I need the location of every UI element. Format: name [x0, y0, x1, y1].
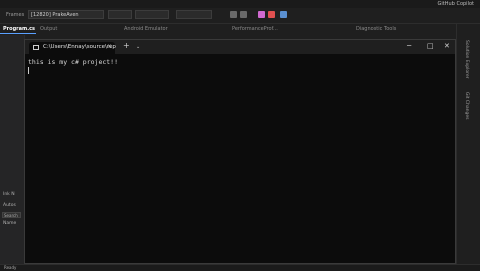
solution-explorer-tab[interactable]: Solution Explorer [464, 40, 469, 79]
copilot-label[interactable]: GitHub Copilot [438, 1, 474, 7]
autos-tab[interactable]: Autos [3, 203, 16, 208]
new-tab-button[interactable]: + [123, 42, 130, 50]
git-changes-tab[interactable]: Git Changes [464, 92, 469, 120]
process-select[interactable]: [12820] PrakeAven [28, 10, 104, 19]
terminal-output: this is my c# project!! [28, 58, 119, 66]
tab-program-cs[interactable]: Program.cs [3, 26, 35, 32]
terminal-tab-title: C:\Users\Ennay\source\rep [43, 44, 116, 50]
toolbar-button[interactable] [240, 11, 247, 18]
terminal-title-bar[interactable]: C:\Users\Ennay\source\rep × + ⌄ ─ □ ✕ [25, 40, 455, 54]
left-panel [0, 35, 25, 267]
toolbar-select-2[interactable] [108, 10, 132, 19]
close-tab-icon[interactable]: × [107, 43, 112, 50]
toolbar-select-3[interactable] [135, 10, 169, 19]
tab-android-emulator[interactable]: Android Emulator [124, 26, 168, 32]
panel-item[interactable]: Ink N [3, 192, 15, 197]
search-label: Search [4, 213, 18, 218]
tab-diagnostic-tools[interactable]: Diagnostic Tools [356, 26, 396, 32]
terminal-tab[interactable]: C:\Users\Ennay\source\rep × [29, 42, 116, 54]
maximize-button[interactable]: □ [427, 42, 434, 50]
active-tab-indicator [0, 33, 36, 34]
toolbar-select-4[interactable] [176, 10, 212, 19]
chevron-down-icon[interactable]: ⌄ [136, 44, 140, 50]
process-label: Frames [6, 12, 25, 18]
close-window-button[interactable]: ✕ [444, 42, 450, 50]
restart-debug-button[interactable] [280, 11, 287, 18]
terminal-icon [33, 45, 39, 50]
terminal-window[interactable]: C:\Users\Ennay\source\rep × + ⌄ ─ □ ✕ th… [24, 39, 456, 264]
status-text: Ready [4, 265, 17, 270]
terminal-cursor [28, 67, 29, 74]
pause-debug-button[interactable] [258, 11, 265, 18]
toolbar-button[interactable] [230, 11, 237, 18]
search-box[interactable]: Search [2, 212, 21, 218]
tab-output[interactable]: Output [40, 26, 57, 32]
tab-performance[interactable]: PerformanceProf... [232, 26, 278, 32]
stop-debug-button[interactable] [268, 11, 275, 18]
minimize-button[interactable]: ─ [407, 42, 411, 50]
vs-title-bar [0, 0, 480, 8]
name-column-header: Name [3, 221, 17, 226]
